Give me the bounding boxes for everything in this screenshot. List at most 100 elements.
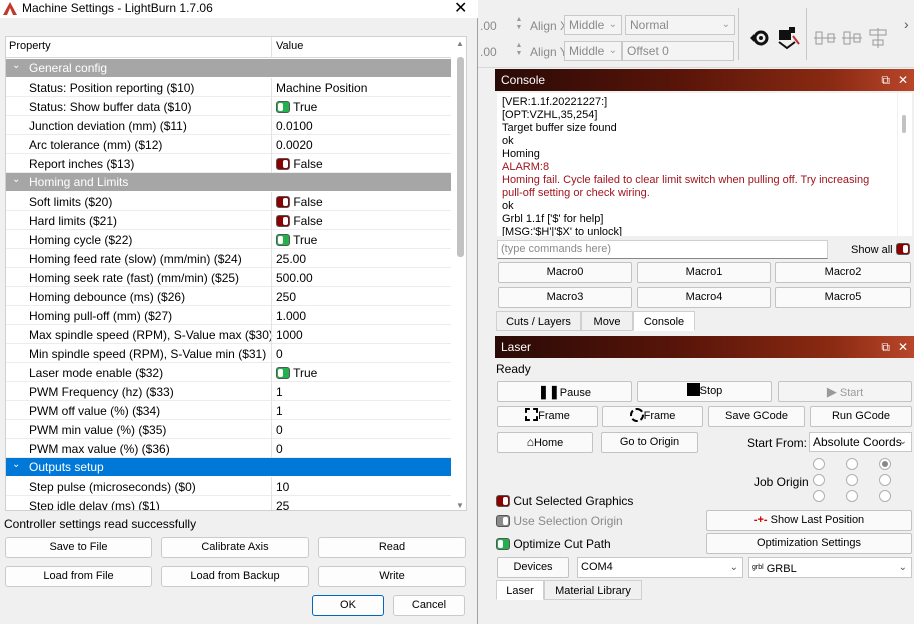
- toggle-icon[interactable]: [276, 367, 290, 379]
- table-row[interactable]: Homing feed rate (slow) (mm/min) ($24) 25…: [6, 249, 451, 268]
- stop-button[interactable]: Stop: [637, 381, 772, 402]
- offset-field[interactable]: Offset 0: [622, 41, 734, 61]
- command-input[interactable]: (type commands here): [497, 240, 828, 259]
- table-row[interactable]: PWM off value (%) ($34) 1: [6, 401, 451, 420]
- chevron-down-icon[interactable]: ⌄: [12, 174, 20, 185]
- pause-button[interactable]: ❚❚Pause: [497, 381, 632, 402]
- field-2[interactable]: .00: [480, 45, 497, 59]
- column-header-property[interactable]: Property: [9, 40, 51, 52]
- table-row[interactable]: Step pulse (microseconds) ($0) 10: [6, 477, 451, 496]
- property-value-cell[interactable]: 1.000: [276, 309, 306, 323]
- table-row[interactable]: Status: Position reporting ($10) Machine …: [6, 78, 451, 97]
- macro-button[interactable]: Macro0: [498, 262, 632, 283]
- column-header-value[interactable]: Value: [276, 40, 303, 52]
- table-row[interactable]: Status: Show buffer data ($10) True: [6, 97, 451, 116]
- go-to-origin-button[interactable]: Go to Origin: [601, 432, 698, 453]
- show-all-checkbox[interactable]: Show all: [851, 243, 910, 256]
- table-row[interactable]: Soft limits ($20) False: [6, 192, 451, 211]
- tab-cuts-layers[interactable]: Cuts / Layers: [496, 311, 581, 331]
- chevron-down-icon[interactable]: ⌄: [12, 60, 20, 71]
- macro-button[interactable]: Macro2: [775, 262, 911, 283]
- property-value-cell[interactable]: 0.0020: [276, 138, 313, 152]
- table-row[interactable]: Min spindle speed (RPM), S-Value min ($3…: [6, 344, 451, 363]
- blend-mode-dropdown[interactable]: Normal ⌄: [625, 15, 735, 35]
- rotary-icon[interactable]: [748, 26, 774, 50]
- property-value-cell[interactable]: 1: [276, 385, 283, 399]
- origin-radio[interactable]: [879, 474, 891, 486]
- scroll-up-icon[interactable]: ▲: [456, 39, 464, 48]
- property-value-cell[interactable]: True: [276, 100, 317, 114]
- table-scrollbar[interactable]: ▲ ▼: [453, 37, 466, 510]
- table-row[interactable]: Max spindle speed (RPM), S-Value max ($3…: [6, 325, 451, 344]
- devices-button[interactable]: Devices: [497, 557, 569, 578]
- property-value-cell[interactable]: False: [276, 157, 323, 171]
- table-row[interactable]: Homing cycle ($22) True: [6, 230, 451, 249]
- table-row[interactable]: PWM min value (%) ($35) 0: [6, 420, 451, 439]
- table-row[interactable]: Homing seek rate (fast) (mm/min) ($25) 50…: [6, 268, 451, 287]
- group-header[interactable]: ⌄ General config: [6, 59, 451, 77]
- read-button[interactable]: Read: [318, 537, 466, 558]
- align-x-dropdown[interactable]: Middle ⌄: [564, 15, 622, 35]
- table-row[interactable]: Report inches ($13) False: [6, 154, 451, 173]
- console-scroll-thumb[interactable]: [902, 115, 906, 133]
- console-scrollbar[interactable]: [898, 93, 912, 236]
- macro-button[interactable]: Macro5: [775, 287, 911, 308]
- table-row[interactable]: Homing pull-off (mm) ($27) 1.000: [6, 306, 451, 325]
- cut-selected-checkbox[interactable]: Cut Selected Graphics: [496, 494, 633, 508]
- calibrate-axis-button[interactable]: Calibrate Axis: [161, 537, 309, 558]
- table-row[interactable]: Arc tolerance (mm) ($12) 0.0020: [6, 135, 451, 154]
- origin-radio[interactable]: [813, 474, 825, 486]
- property-value-cell[interactable]: True: [276, 233, 317, 247]
- property-value-cell[interactable]: False: [276, 195, 323, 209]
- port-dropdown[interactable]: COM4 ⌄: [577, 557, 743, 578]
- property-value-cell[interactable]: False: [276, 214, 323, 228]
- spin-arrows-icon[interactable]: ▲ ▼: [514, 42, 524, 60]
- undock-icon[interactable]: ⧉: [881, 73, 890, 87]
- toggle-icon[interactable]: [276, 196, 290, 208]
- toggle-icon[interactable]: [496, 495, 510, 507]
- close-icon[interactable]: ✕: [454, 0, 467, 18]
- origin-radio[interactable]: [879, 490, 891, 502]
- chevron-down-icon[interactable]: ⌄: [12, 459, 20, 470]
- group-header[interactable]: ⌄ Homing and Limits: [6, 173, 451, 191]
- save-gcode-button[interactable]: Save GCode: [708, 406, 805, 427]
- macro-button[interactable]: Macro1: [637, 262, 771, 283]
- write-button[interactable]: Write: [318, 566, 466, 587]
- home-button[interactable]: ⌂Home: [497, 432, 593, 453]
- tab-material-library[interactable]: Material Library: [544, 580, 642, 600]
- origin-radio[interactable]: [813, 458, 825, 470]
- property-value-cell[interactable]: 0: [276, 423, 283, 437]
- property-value-cell[interactable]: 250: [276, 290, 296, 304]
- toggle-icon[interactable]: [276, 215, 290, 227]
- field-1[interactable]: .00: [480, 19, 497, 33]
- toggle-icon[interactable]: [276, 158, 290, 170]
- table-row[interactable]: PWM max value (%) ($36) 0: [6, 439, 451, 458]
- cancel-button[interactable]: Cancel: [393, 595, 465, 616]
- toolbar-overflow-icon[interactable]: ›: [904, 16, 909, 32]
- close-icon[interactable]: ✕: [898, 340, 908, 354]
- table-row[interactable]: Step idle delay (ms) ($1) 25: [6, 496, 451, 510]
- scroll-down-icon[interactable]: ▼: [456, 501, 464, 510]
- group-header[interactable]: ⌄ Outputs setup: [6, 458, 451, 476]
- tab-move[interactable]: Move: [581, 311, 633, 331]
- property-value-cell[interactable]: 0: [276, 442, 283, 456]
- table-row[interactable]: Laser mode enable ($32) True: [6, 363, 451, 382]
- origin-radio[interactable]: [846, 474, 858, 486]
- load-from-file-button[interactable]: Load from File: [5, 566, 152, 587]
- origin-radio[interactable]: [846, 458, 858, 470]
- table-row[interactable]: Homing debounce (ms) ($26) 250: [6, 287, 451, 306]
- property-value-cell[interactable]: 500.00: [276, 271, 313, 285]
- property-value-cell[interactable]: 0.0100: [276, 119, 313, 133]
- property-value-cell[interactable]: 10: [276, 480, 289, 494]
- property-value-cell[interactable]: 0: [276, 347, 283, 361]
- spin-arrows-icon[interactable]: ▲ ▼: [514, 16, 524, 34]
- start-button[interactable]: ▶ Start: [778, 381, 912, 402]
- frame-circle-button[interactable]: Frame: [602, 406, 703, 427]
- machine-icon[interactable]: [775, 24, 801, 50]
- table-row[interactable]: Hard limits ($21) False: [6, 211, 451, 230]
- close-icon[interactable]: ✕: [898, 73, 908, 87]
- property-value-cell[interactable]: Machine Position: [276, 81, 367, 95]
- show-last-position-button[interactable]: -+- Show Last Position: [706, 510, 912, 531]
- property-value-cell[interactable]: 25.00: [276, 252, 306, 266]
- device-dropdown[interactable]: grbl GRBL ⌄: [748, 557, 912, 578]
